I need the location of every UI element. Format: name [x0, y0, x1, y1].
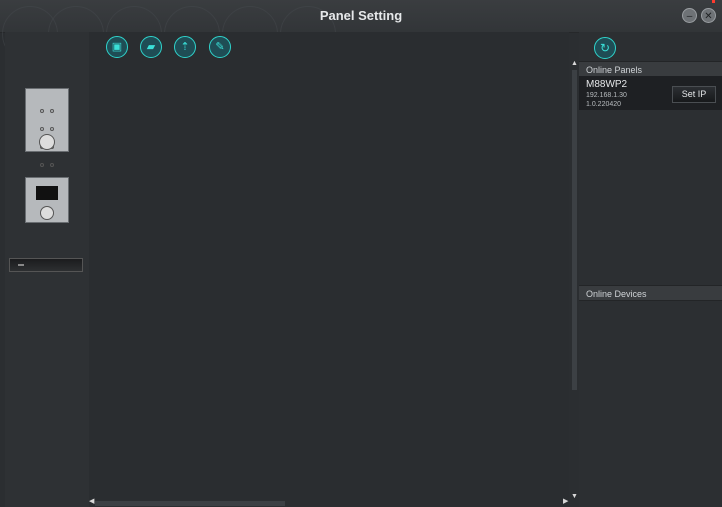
- online-devices-header: Online Devices: [579, 285, 722, 301]
- list-item[interactable]: M88WP2 192.168.1.30 1.0.220420 Set IP: [579, 76, 722, 110]
- horizontal-scrollbar[interactable]: ◀ ▶: [89, 497, 569, 507]
- edit-icon[interactable]: ✎: [209, 36, 231, 58]
- open-folder-icon[interactable]: ▰: [140, 36, 162, 58]
- panel-ip: 192.168.1.30: [586, 92, 627, 99]
- keypad-panel-icon[interactable]: [25, 88, 69, 167]
- upload-icon[interactable]: ⇡: [174, 36, 196, 58]
- knob: [39, 134, 55, 150]
- display-panel-icon[interactable]: [25, 177, 69, 223]
- online-panel-list: ↻ Online Panels M88WP2 192.168.1.30 1.0.…: [579, 32, 722, 507]
- panel-version: 1.0.220420: [586, 101, 622, 108]
- screen: [36, 186, 58, 200]
- vertical-scrollbar[interactable]: ▲ ▼: [570, 60, 579, 505]
- rack-device-icon[interactable]: [9, 258, 83, 272]
- status-mark: [712, 0, 715, 3]
- close-icon[interactable]: ✕: [701, 8, 716, 23]
- scroll-up-icon[interactable]: ▲: [571, 60, 578, 67]
- set-ip-button[interactable]: Set IP: [672, 86, 716, 103]
- scroll-down-icon[interactable]: ▼: [571, 493, 578, 500]
- online-panels-header: Online Panels: [579, 61, 722, 77]
- save-icon[interactable]: ▣: [106, 36, 128, 58]
- refresh-icon[interactable]: ↻: [594, 37, 616, 59]
- scroll-left-icon[interactable]: ◀: [89, 497, 94, 505]
- minimize-icon[interactable]: –: [682, 8, 697, 23]
- design-canvas[interactable]: [89, 32, 569, 500]
- window-title: Panel Setting: [319, 8, 403, 23]
- scroll-thumb[interactable]: [572, 70, 577, 390]
- panel-name: M88WP2: [586, 79, 628, 90]
- scroll-right-icon[interactable]: ▶: [563, 497, 568, 505]
- knob: [40, 206, 54, 220]
- scroll-thumb[interactable]: [95, 501, 285, 506]
- title-bar: Panel Setting – ✕: [0, 0, 722, 62]
- device-palette: [5, 32, 89, 507]
